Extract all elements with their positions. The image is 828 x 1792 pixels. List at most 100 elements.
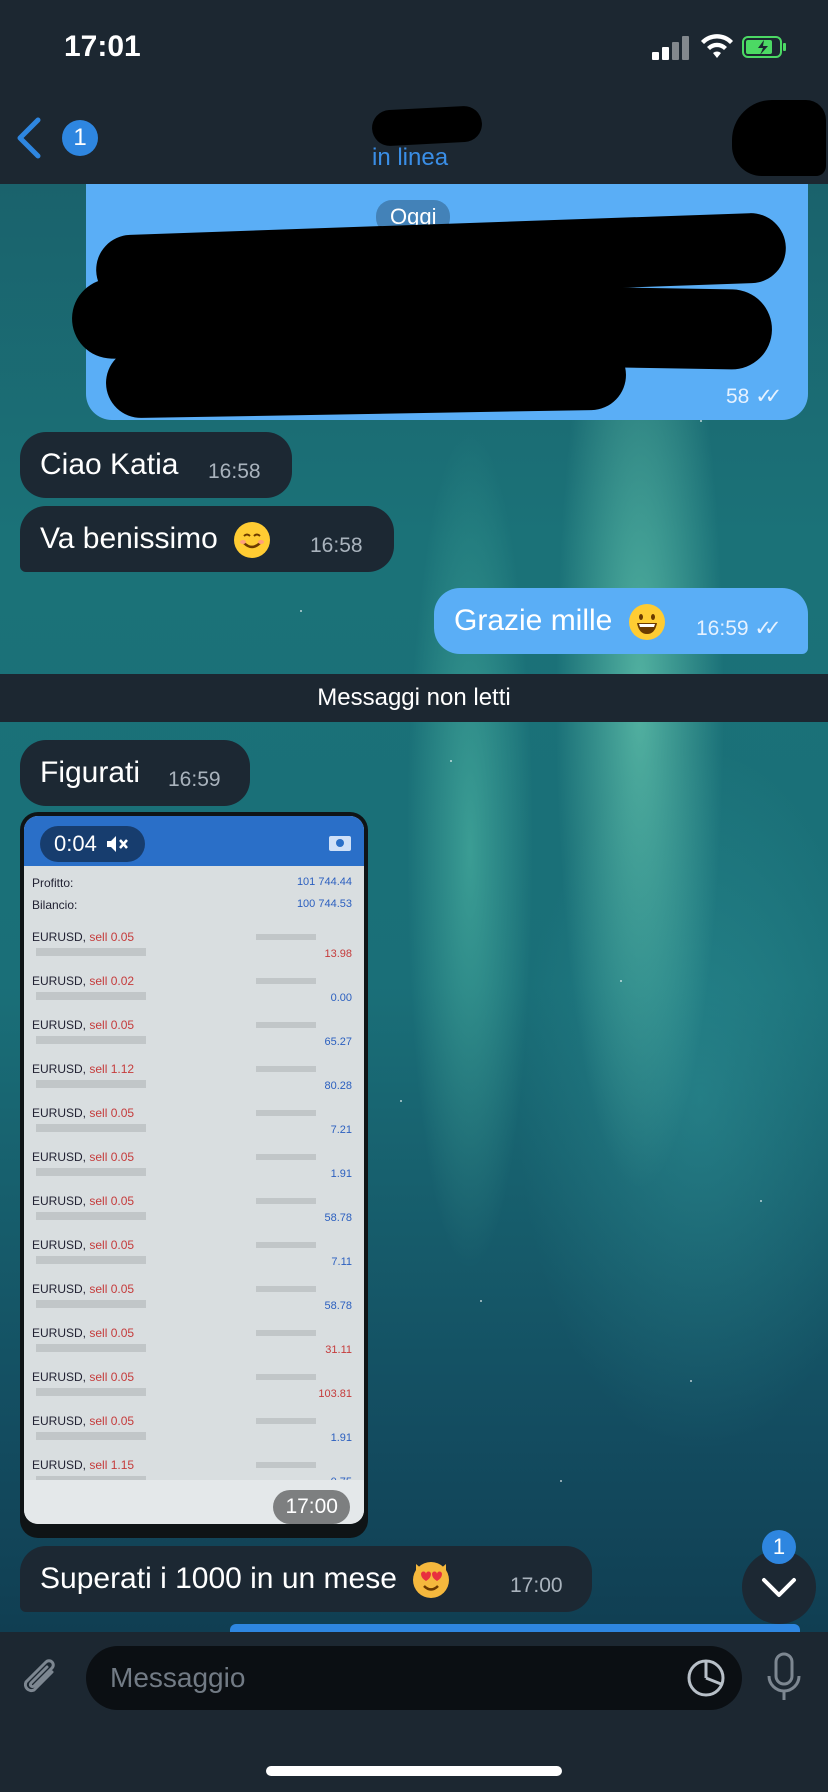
grinning-face-emoji-icon <box>628 604 665 641</box>
trade-pair: EURUSD, <box>32 1370 87 1384</box>
video-summary-row: Profitto: 101 744.44 <box>32 874 356 894</box>
signal-icon <box>652 36 692 60</box>
redacted-message-bubble[interactable]: Oggi 58 ✓✓ <box>71 184 808 420</box>
trade-pair: EURUSD, <box>32 1458 87 1472</box>
video-thumbnail: Profitto: 101 744.44 Bilancio: 100 744.53 EU… <box>24 816 364 1524</box>
trade-pair: EURUSD, <box>32 930 87 944</box>
message-bubble[interactable]: Grazie mille 16:59 ✓✓ <box>434 588 808 654</box>
trade-side: sell 0.05 <box>89 1194 135 1208</box>
video-message[interactable]: Profitto: 101 744.44 Bilancio: 100 744.53 EU… <box>20 812 368 1538</box>
trade-pair: EURUSD, <box>32 1282 87 1296</box>
avatar[interactable] <box>732 100 826 176</box>
trade-pair: EURUSD, <box>32 1062 87 1076</box>
trade-pair: EURUSD, <box>32 974 87 988</box>
summary-label: Profitto: <box>32 876 74 890</box>
message-input[interactable] <box>86 1646 742 1710</box>
trade-side: sell 1.15 <box>89 1458 135 1472</box>
back-button[interactable]: 1 <box>14 116 98 160</box>
trade-row: EURUSD, sell 0.05 31.11 <box>32 1324 356 1364</box>
summary-value: 100 744.53 <box>296 898 352 910</box>
trade-profit: 58.78 <box>324 1212 352 1224</box>
trade-side: sell 0.05 <box>89 1106 135 1120</box>
trade-row: EURUSD, sell 0.05 65.27 <box>32 1016 356 1056</box>
trade-pair: EURUSD, <box>32 1414 87 1428</box>
camera-icon <box>329 836 351 851</box>
trade-side: sell 0.05 <box>89 1370 135 1384</box>
trade-profit: 7.21 <box>330 1124 352 1136</box>
trade-row: EURUSD, sell 0.05 1.91 <box>32 1148 356 1188</box>
wifi-icon <box>701 34 733 58</box>
trade-pair: EURUSD, <box>32 1326 87 1340</box>
heart-eyes-cat-emoji-icon <box>413 1562 450 1599</box>
message-bubble[interactable]: Superati i 1000 in un mese 17:00 <box>20 1546 592 1612</box>
message-text: Va benissimo <box>40 522 271 559</box>
battery-icon <box>742 36 786 58</box>
trade-row: EURUSD, sell 0.05 103.81 <box>32 1368 356 1408</box>
trade-side: sell 0.05 <box>89 1150 135 1164</box>
chat-header: 1 in linea <box>0 96 828 184</box>
trade-profit: 65.27 <box>324 1036 352 1048</box>
trade-side: sell 0.05 <box>89 1018 135 1032</box>
message-time: 16:58 <box>208 460 261 483</box>
trade-side: sell 0.05 <box>89 1326 135 1340</box>
message-text: Figurati <box>40 756 141 789</box>
trade-pair: EURUSD, <box>32 1018 87 1032</box>
unread-separator: Messaggi non letti <box>0 674 828 722</box>
trade-row: EURUSD, sell 0.05 58.78 <box>32 1280 356 1320</box>
message-time: 58 ✓✓ <box>726 385 782 408</box>
next-message-peek <box>230 1624 800 1632</box>
message-time: 17:00 <box>510 1574 563 1597</box>
trade-pair: EURUSD, <box>32 1150 87 1164</box>
trade-profit: 58.78 <box>324 1300 352 1312</box>
video-summary-row: Bilancio: 100 744.53 <box>32 896 356 916</box>
trade-profit: 1.91 <box>330 1168 352 1180</box>
clock: 17:01 <box>64 30 141 63</box>
trade-pair: EURUSD, <box>32 1238 87 1252</box>
trade-profit: 80.28 <box>324 1080 352 1092</box>
message-text: Superati i 1000 in un mese <box>40 1562 450 1599</box>
smiling-face-emoji-icon <box>234 522 271 559</box>
trade-side: sell 0.05 <box>89 1414 135 1428</box>
summary-value: 101 744.44 <box>296 876 352 888</box>
mute-icon <box>106 836 128 852</box>
message-time: 16:58 <box>310 534 363 557</box>
home-indicator <box>266 1766 562 1776</box>
trade-pair: EURUSD, <box>32 1194 87 1208</box>
trade-row: EURUSD, sell 0.05 7.21 <box>32 1104 356 1144</box>
message-text: Grazie mille <box>454 604 665 641</box>
video-duration[interactable]: 0:04 <box>40 826 145 862</box>
summary-label: Bilancio: <box>32 898 78 912</box>
trade-side: sell 0.05 <box>89 930 135 944</box>
trade-row: EURUSD, sell 0.02 0.00 <box>32 972 356 1012</box>
trade-row: EURUSD, sell 1.12 80.28 <box>32 1060 356 1100</box>
trade-profit: 0.00 <box>330 992 352 1004</box>
contact-status: in linea <box>372 144 449 171</box>
trade-side: sell 0.02 <box>89 974 135 988</box>
trade-row: EURUSD, sell 0.05 7.11 <box>32 1236 356 1276</box>
message-bubble[interactable]: Figurati 16:59 <box>20 740 250 806</box>
trade-row: EURUSD, sell 0.05 13.98 <box>32 928 356 968</box>
microphone-icon[interactable] <box>764 1652 804 1704</box>
trade-row: EURUSD, sell 0.05 58.78 <box>32 1192 356 1232</box>
paperclip-icon[interactable] <box>18 1656 66 1704</box>
message-text: Ciao Katia <box>40 448 179 481</box>
trade-profit: 1.91 <box>330 1432 352 1444</box>
trade-profit: 31.11 <box>325 1344 352 1356</box>
scroll-unread-badge: 1 <box>762 1530 796 1564</box>
trade-side: sell 0.05 <box>89 1282 135 1296</box>
sticker-icon[interactable] <box>686 1658 726 1698</box>
status-bar: 17:01 <box>0 0 828 96</box>
trade-profit: 13.98 <box>324 948 352 960</box>
message-time: 16:59 <box>168 768 221 791</box>
unread-badge: 1 <box>62 120 98 156</box>
trade-profit: 103.81 <box>318 1388 352 1400</box>
back-chevron-icon <box>17 117 41 159</box>
trade-pair: EURUSD, <box>32 1106 87 1120</box>
trade-side: sell 1.12 <box>89 1062 135 1076</box>
trade-profit: 7.11 <box>331 1256 352 1268</box>
trade-row: EURUSD, sell 0.05 1.91 <box>32 1412 356 1452</box>
message-bubble[interactable]: Ciao Katia 16:58 <box>20 432 292 498</box>
redacted-contact-name <box>371 105 483 147</box>
video-time: 17:00 <box>273 1490 350 1524</box>
message-bubble[interactable]: Va benissimo 16:58 <box>20 506 394 572</box>
